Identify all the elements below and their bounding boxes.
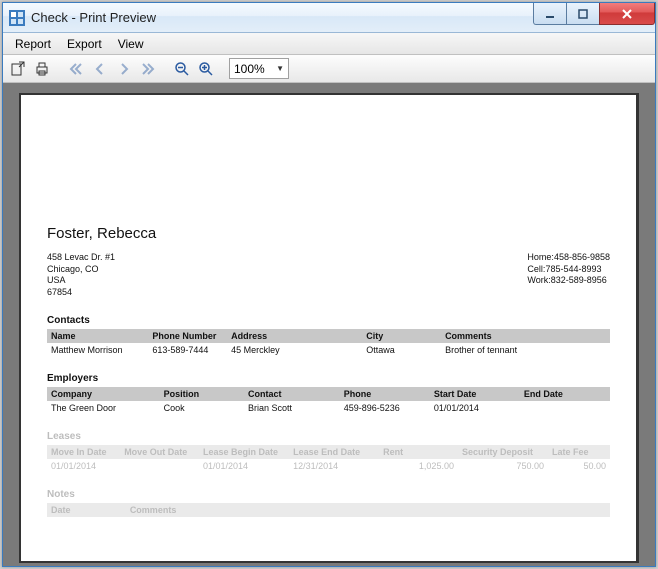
address-block: 458 Levac Dr. #1 Chicago, CO USA 67854 xyxy=(47,252,115,299)
employers-col-company: Company xyxy=(47,387,160,401)
table-row: 01/01/2014 01/01/2014 12/31/2014 1,025.0… xyxy=(47,459,610,473)
contacts-col-address: Address xyxy=(227,329,362,343)
window-title: Check - Print Preview xyxy=(31,10,156,25)
leases-col-rent: Rent xyxy=(379,445,458,459)
notes-col-date: Date xyxy=(47,503,126,517)
addr-line1: 458 Levac Dr. #1 xyxy=(47,252,115,264)
zoom-out-icon[interactable] xyxy=(171,58,193,80)
contacts-heading: Contacts xyxy=(47,315,610,326)
leases-col-movein: Move In Date xyxy=(47,445,120,459)
chevron-down-icon: ▼ xyxy=(276,64,284,73)
leases-heading: Leases xyxy=(47,431,610,442)
phone-cell: Cell:785-544-8993 xyxy=(527,264,610,276)
minimize-button[interactable] xyxy=(533,3,567,25)
employers-col-phone: Phone xyxy=(340,387,430,401)
toolbar: 100% ▼ xyxy=(3,55,655,83)
zoom-select[interactable]: 100% ▼ xyxy=(229,58,289,79)
menu-report[interactable]: Report xyxy=(7,35,59,53)
notes-table: Date Comments xyxy=(47,503,610,517)
contacts-col-comments: Comments xyxy=(441,329,610,343)
employers-table: Company Position Contact Phone Start Dat… xyxy=(47,387,610,415)
addr-line4: 67854 xyxy=(47,287,115,299)
menu-view[interactable]: View xyxy=(110,35,152,53)
leases-col-deposit: Security Deposit xyxy=(458,445,548,459)
zoom-value: 100% xyxy=(234,62,265,76)
employers-col-end: End Date xyxy=(520,387,610,401)
employers-heading: Employers xyxy=(47,373,610,384)
leases-col-lbegin: Lease Begin Date xyxy=(199,445,289,459)
window-buttons xyxy=(534,3,655,25)
contacts-col-name: Name xyxy=(47,329,148,343)
zoom-in-icon[interactable] xyxy=(195,58,217,80)
maximize-button[interactable] xyxy=(566,3,600,25)
employers-col-start: Start Date xyxy=(430,387,520,401)
last-page-icon[interactable] xyxy=(137,58,159,80)
phone-work: Work:832-589-8956 xyxy=(527,275,610,287)
contacts-col-phone: Phone Number xyxy=(148,329,227,343)
address-phone-block: 458 Levac Dr. #1 Chicago, CO USA 67854 H… xyxy=(47,252,610,299)
menubar: Report Export View xyxy=(3,33,655,55)
print-icon[interactable] xyxy=(31,58,53,80)
prev-page-icon[interactable] xyxy=(89,58,111,80)
leases-table: Move In Date Move Out Date Lease Begin D… xyxy=(47,445,610,473)
leases-col-late: Late Fee xyxy=(548,445,610,459)
employers-col-position: Position xyxy=(160,387,244,401)
contacts-table: Name Phone Number Address City Comments … xyxy=(47,329,610,357)
tenant-name: Foster, Rebecca xyxy=(47,225,610,242)
report-page: Foster, Rebecca 458 Levac Dr. #1 Chicago… xyxy=(19,93,639,563)
addr-line2: Chicago, CO xyxy=(47,264,115,276)
titlebar: Check - Print Preview xyxy=(3,3,655,33)
leases-col-moveout: Move Out Date xyxy=(120,445,199,459)
first-page-icon[interactable] xyxy=(65,58,87,80)
notes-heading: Notes xyxy=(47,489,610,500)
app-icon xyxy=(9,10,25,26)
print-preview-window: Check - Print Preview Report Export View… xyxy=(2,2,656,567)
employers-col-contact: Contact xyxy=(244,387,340,401)
menu-export[interactable]: Export xyxy=(59,35,110,53)
leases-col-lend: Lease End Date xyxy=(289,445,379,459)
table-row: Matthew Morrison 613-589-7444 45 Merckle… xyxy=(47,343,610,357)
table-row: The Green Door Cook Brian Scott 459-896-… xyxy=(47,401,610,415)
notes-col-comments: Comments xyxy=(126,503,610,517)
export-icon[interactable] xyxy=(7,58,29,80)
phone-block: Home:458-856-9858 Cell:785-544-8993 Work… xyxy=(527,252,610,299)
contacts-col-city: City xyxy=(362,329,441,343)
close-button[interactable] xyxy=(599,3,655,25)
next-page-icon[interactable] xyxy=(113,58,135,80)
phone-home: Home:458-856-9858 xyxy=(527,252,610,264)
addr-line3: USA xyxy=(47,275,115,287)
preview-viewport[interactable]: Foster, Rebecca 458 Levac Dr. #1 Chicago… xyxy=(3,83,655,566)
